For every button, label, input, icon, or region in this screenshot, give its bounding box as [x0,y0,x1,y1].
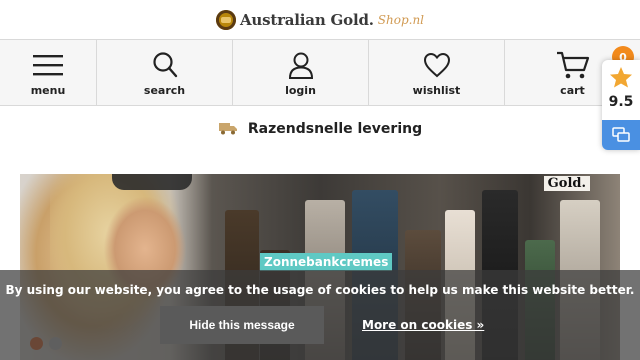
cookie-message: By using our website, you agree to the u… [5,283,635,297]
cookie-bar: By using our website, you agree to the u… [0,270,640,360]
chat-icon [612,127,630,142]
hero-brand-text: Gold. [543,176,590,191]
nav-menu[interactable]: menu [0,40,97,105]
user-icon [284,50,318,80]
heart-icon [420,50,454,80]
reviews-button[interactable] [602,120,640,150]
nav-wishlist[interactable]: wishlist [369,40,505,105]
logo-text: Australian Gold. [239,10,374,29]
nav-search-label: search [143,84,186,97]
hamburger-icon [31,50,65,80]
more-cookies-link[interactable]: More on cookies » [362,318,484,332]
delivery-text: Razendsnelle levering [247,121,423,137]
site-header: Australian Gold. Shop.nl [0,0,640,40]
nav-login[interactable]: login [233,40,369,105]
nav-cart-label: cart [560,84,585,97]
logo-emblem-icon [215,9,236,30]
nav-search[interactable]: search [97,40,233,105]
search-icon [148,50,182,80]
truck-icon [218,120,238,139]
rating-score: 9.5 [608,94,634,110]
rating-widget[interactable]: 9.5 [602,60,640,150]
cart-icon [556,50,590,80]
nav-login-label: login [285,84,316,97]
sunglasses-shape [112,174,192,190]
star-icon [609,66,633,92]
main-nav: menu search login wishlist cart 0 [0,40,640,106]
logo-sub-text: Shop.nl [377,12,425,27]
hide-cookie-button[interactable]: Hide this message [160,306,324,344]
delivery-banner: Razendsnelle levering [0,106,640,152]
site-logo[interactable]: Australian Gold. Shop.nl [215,9,425,30]
category-label[interactable]: Zonnebankcremes [260,253,393,271]
nav-wishlist-label: wishlist [412,84,461,97]
nav-menu-label: menu [30,84,66,97]
